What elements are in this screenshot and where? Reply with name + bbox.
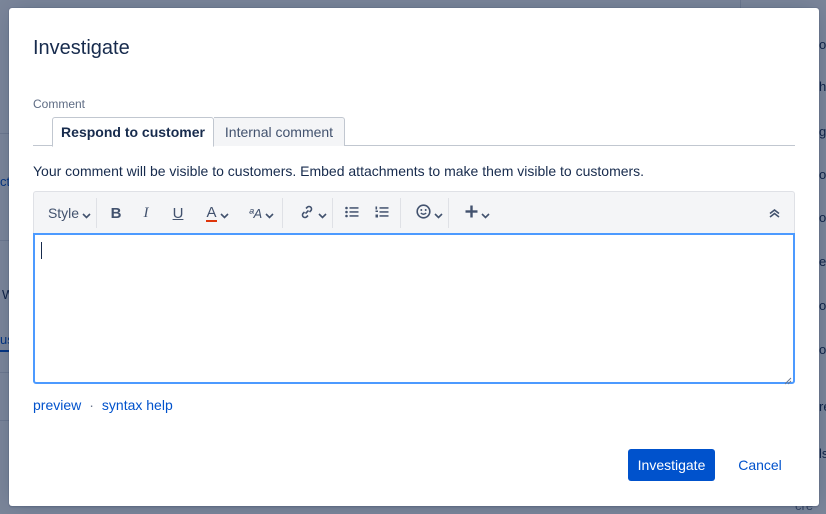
editor-toolbar: Style B I U A ªA	[33, 191, 795, 233]
toolbar-separator	[96, 198, 97, 228]
comment-tabs: Respond to customer Internal comment	[33, 117, 795, 147]
toolbar-separator	[448, 198, 449, 228]
dialog-title: Investigate	[33, 37, 130, 59]
investigate-dialog: Investigate Comment Respond to customer …	[9, 8, 819, 506]
text-cursor	[41, 242, 42, 259]
investigate-button[interactable]: Investigate	[628, 449, 715, 481]
bullet-list-icon	[345, 205, 359, 221]
link-icon	[299, 204, 315, 223]
insert-icon	[465, 205, 478, 221]
comment-editor[interactable]	[33, 233, 795, 385]
style-dropdown[interactable]: Style	[44, 200, 91, 226]
toolbar-separator	[400, 198, 401, 228]
more-formatting-button[interactable]: ªA	[240, 200, 274, 226]
visibility-note: Your comment will be visible to customer…	[33, 163, 645, 179]
bullet-list-button[interactable]	[342, 200, 362, 226]
style-dropdown-label: Style	[47, 205, 80, 221]
emoji-icon	[416, 204, 431, 222]
text-color-label: A	[206, 203, 217, 222]
cancel-button[interactable]: Cancel	[727, 449, 793, 481]
link-button[interactable]	[292, 200, 327, 226]
syntax-help-link[interactable]: syntax help	[102, 397, 173, 413]
emoji-button[interactable]	[410, 200, 443, 226]
text-color-button[interactable]: A	[198, 200, 229, 226]
collapse-toolbar-button[interactable]	[764, 200, 784, 226]
numbered-list-button[interactable]	[372, 200, 392, 226]
toolbar-separator	[282, 198, 283, 228]
collapse-icon	[769, 205, 780, 221]
underline-button[interactable]: U	[168, 200, 188, 226]
numbered-list-icon	[375, 205, 389, 221]
resize-handle-icon[interactable]	[783, 372, 792, 385]
tab-internal-comment[interactable]: Internal comment	[214, 117, 345, 146]
bold-button[interactable]: B	[106, 200, 126, 226]
insert-button[interactable]	[458, 200, 490, 226]
toolbar-separator	[332, 198, 333, 228]
more-formatting-label: ªA	[248, 205, 263, 221]
link-separator: ·	[89, 397, 94, 413]
comment-label: Comment	[33, 97, 86, 111]
italic-button[interactable]: I	[136, 200, 156, 226]
preview-link[interactable]: preview	[33, 397, 81, 413]
tab-respond-to-customer[interactable]: Respond to customer	[52, 117, 214, 147]
editor-help-links: preview · syntax help	[33, 397, 173, 413]
